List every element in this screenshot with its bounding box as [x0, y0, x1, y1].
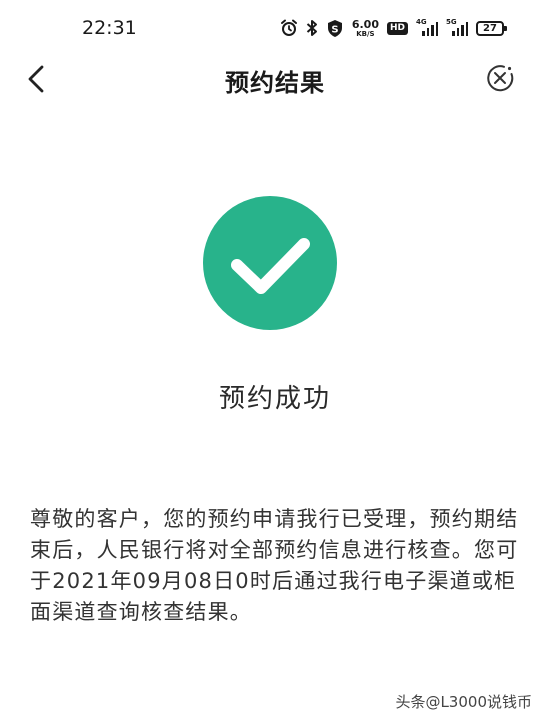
network-speed: 6.00 KB/S — [352, 19, 379, 38]
speed-unit: KB/S — [356, 29, 375, 38]
close-button[interactable] — [484, 62, 516, 94]
notice-text: 尊敬的客户，您的预约申请我行已受理，预约期结束后，人民银行将对全部预约信息进行核… — [30, 507, 519, 624]
signal-sim2-icon: 5G — [446, 18, 468, 38]
status-time: 22:31 — [82, 17, 137, 39]
battery-level: 27 — [483, 22, 497, 34]
close-circle-icon — [487, 65, 514, 92]
hd-badge: HD — [386, 21, 408, 35]
alarm-icon — [280, 19, 298, 37]
page-title: 预约结果 — [225, 69, 325, 97]
nav-bar: 预约结果 — [0, 50, 550, 108]
success-check-icon — [203, 196, 337, 330]
bluetooth-icon — [306, 19, 318, 37]
signal-sim1-icon: 4G — [416, 18, 438, 38]
result-status-text: 预约成功 — [218, 384, 331, 414]
speed-value: 6.00 — [351, 17, 379, 31]
status-bar: 22:31 S 6.00 KB/S HD 4G 5G 27 — [0, 0, 550, 50]
svg-text:S: S — [331, 24, 338, 35]
watermark: 头条@L3000说钱币 — [395, 693, 532, 711]
shield-s-icon: S — [326, 19, 344, 38]
status-icons: S 6.00 KB/S HD 4G 5G 27 — [280, 16, 507, 40]
battery-icon: 27 — [476, 20, 507, 36]
